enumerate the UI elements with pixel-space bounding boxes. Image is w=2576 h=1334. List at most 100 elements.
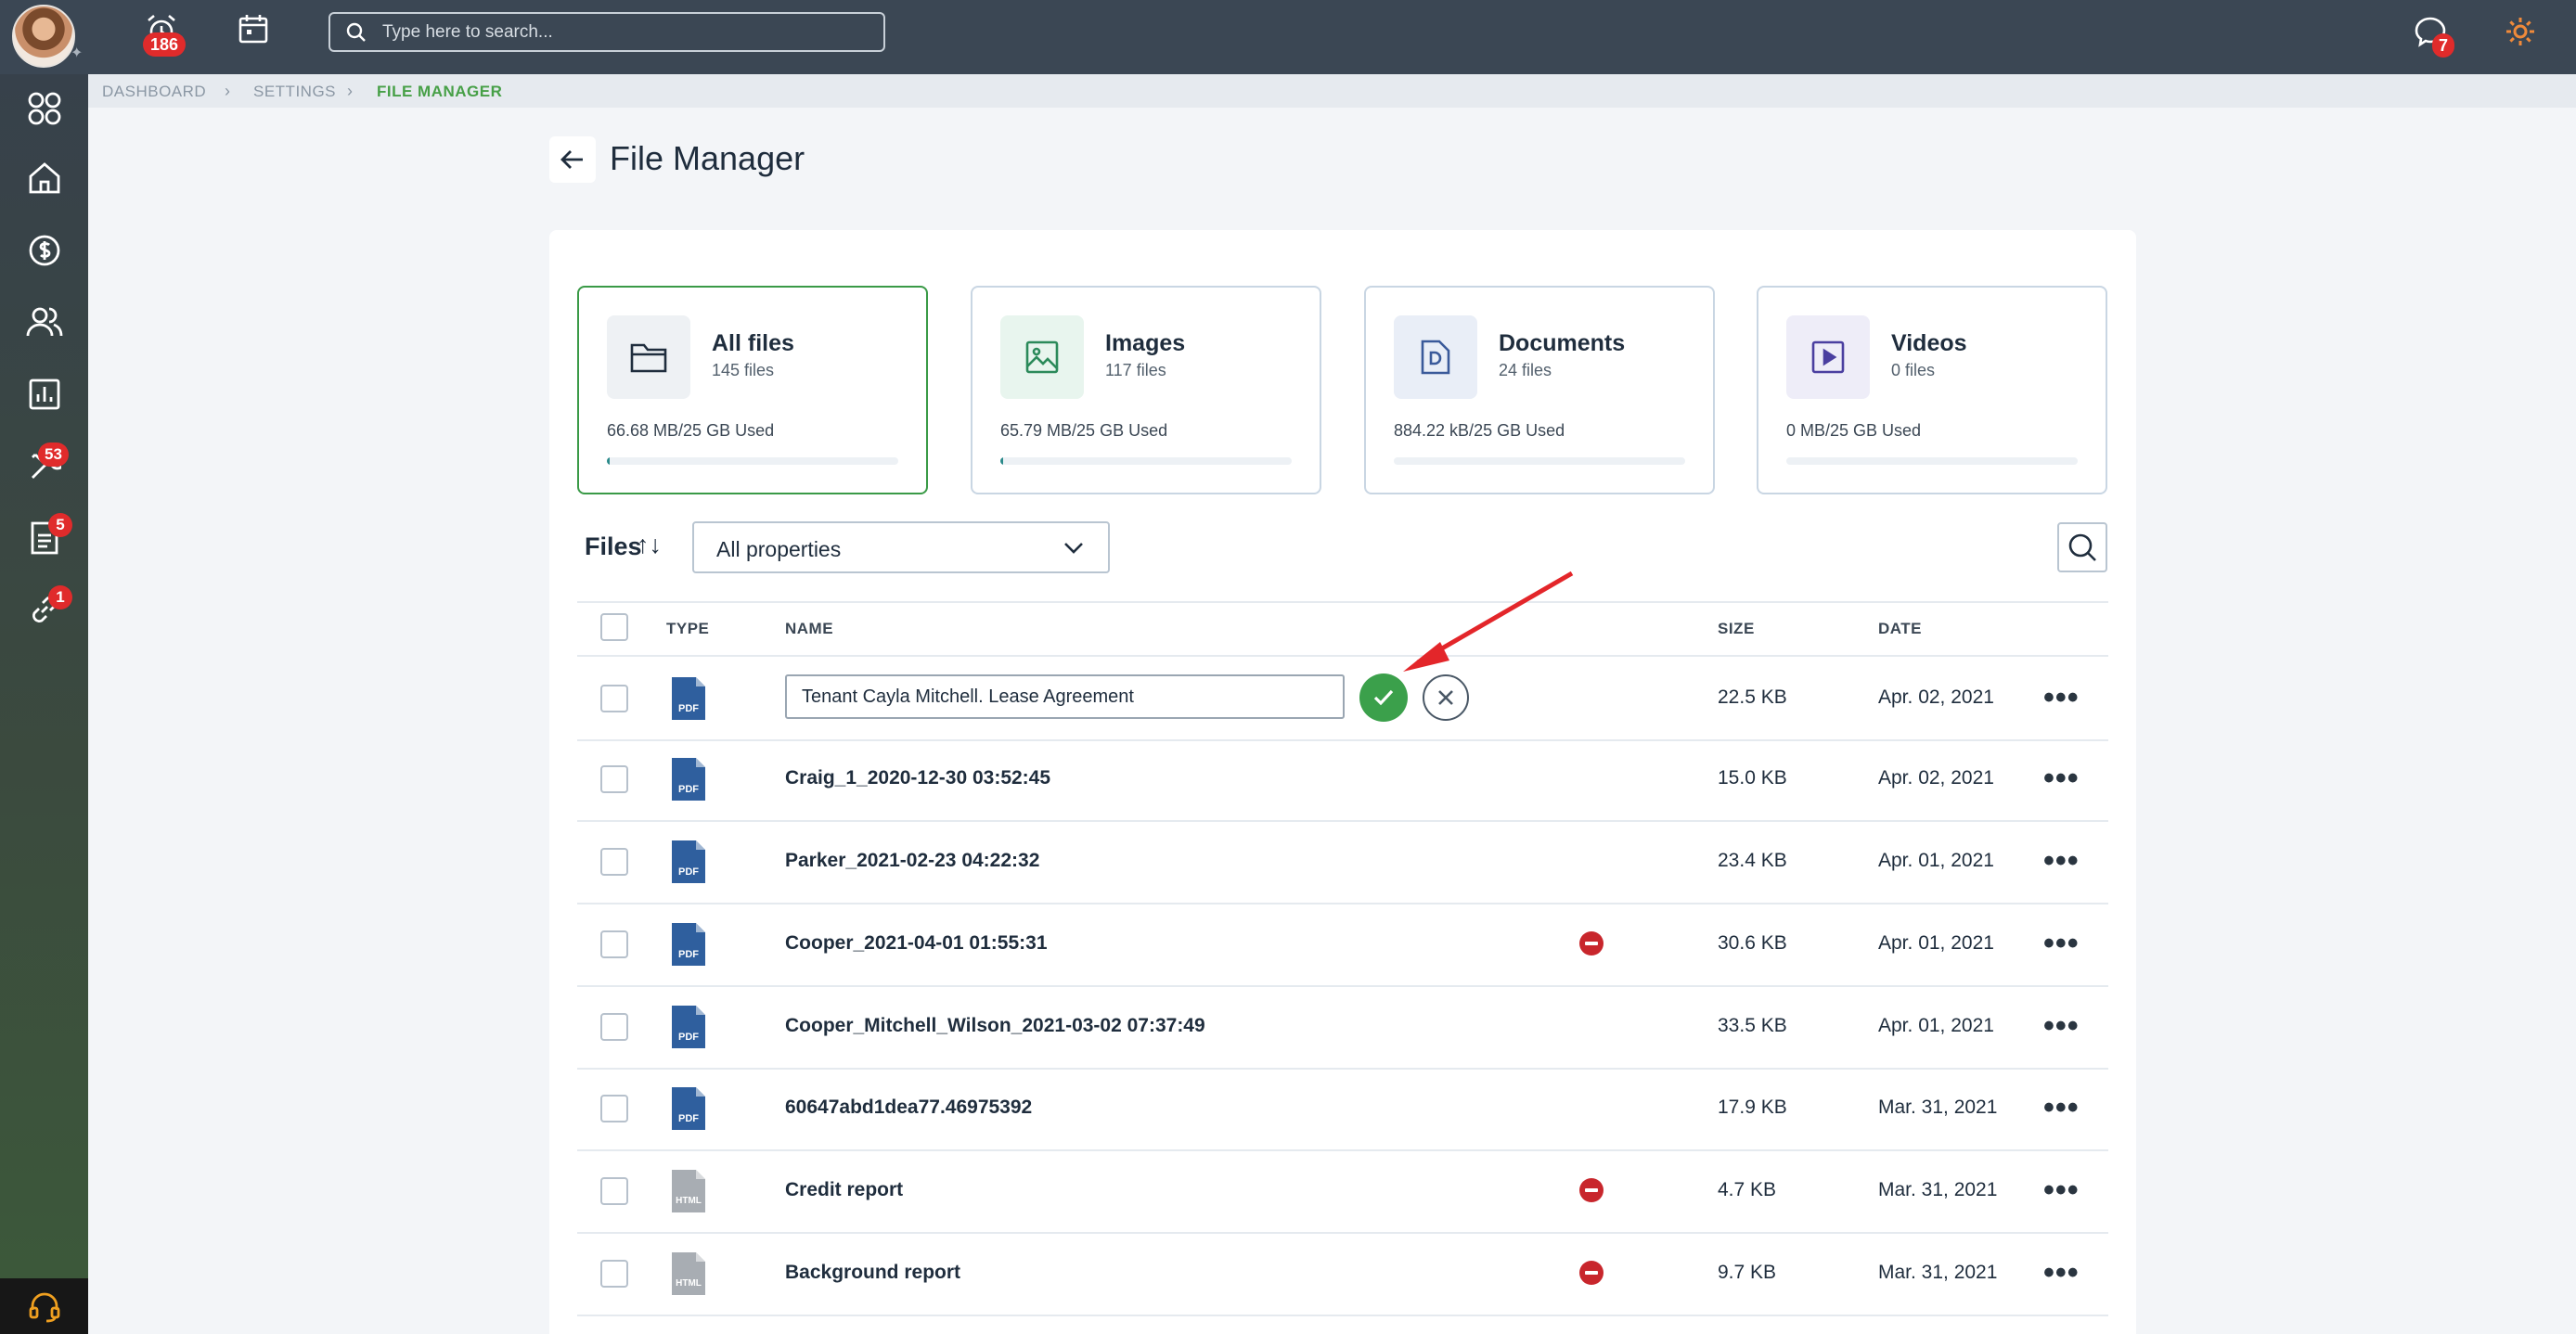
breadcrumb-settings[interactable]: SETTINGS <box>253 83 336 101</box>
more-options-icon[interactable]: ••• <box>2043 682 2080 713</box>
chevron-down-icon <box>1064 543 1083 554</box>
sidebar-item-links[interactable] <box>0 577 88 642</box>
stat-used: 0 MB/25 GB Used <box>1786 421 1922 440</box>
stat-title: Documents <box>1499 330 1626 356</box>
sidebar-item-payments[interactable] <box>0 218 88 283</box>
global-search[interactable] <box>328 12 885 52</box>
file-size: 33.5 KB <box>1718 1015 1787 1036</box>
avatar[interactable] <box>12 5 75 68</box>
file-name[interactable]: 60647abd1dea77.46975392 <box>785 1097 1032 1119</box>
chart-icon <box>29 378 59 410</box>
messages-badge: 7 <box>2432 33 2455 58</box>
stat-count: 0 files <box>1891 361 1936 379</box>
more-options-icon[interactable]: ••• <box>2043 1092 2080 1123</box>
file-date: Apr. 01, 2021 <box>1878 850 1994 871</box>
row-checkbox[interactable] <box>600 848 628 876</box>
file-type-label: HTML <box>676 1278 702 1289</box>
sort-icon[interactable]: ↑↓ <box>637 531 662 559</box>
column-type[interactable]: TYPE <box>666 620 709 638</box>
video-icon <box>1811 340 1845 374</box>
select-all-checkbox[interactable] <box>600 613 628 641</box>
stat-card-all-files[interactable]: All files 145 files 66.68 MB/25 GB Used <box>577 286 928 494</box>
restricted-icon <box>1579 1261 1604 1285</box>
file-name[interactable]: Background report <box>785 1262 960 1284</box>
annotation-arrow-icon <box>1403 571 1574 672</box>
usage-bar <box>607 457 898 465</box>
stat-card-documents[interactable]: Documents 24 files 884.22 kB/25 GB Used <box>1364 286 1715 494</box>
support-button[interactable] <box>0 1278 88 1334</box>
usage-bar <box>1786 457 2078 465</box>
column-size[interactable]: SIZE <box>1718 620 1755 638</box>
more-options-icon[interactable]: ••• <box>2043 928 2080 959</box>
calendar-icon[interactable] <box>238 13 269 49</box>
stat-title: All files <box>712 330 794 356</box>
breadcrumb-dashboard[interactable]: DASHBOARD <box>102 83 206 101</box>
property-filter-select[interactable]: All properties <box>692 521 1110 573</box>
file-size: 4.7 KB <box>1718 1179 1777 1200</box>
column-date[interactable]: DATE <box>1878 620 1922 638</box>
apps-icon <box>28 92 60 125</box>
row-checkbox[interactable] <box>600 1260 628 1288</box>
pdf-file-icon <box>672 677 705 720</box>
file-date: Apr. 02, 2021 <box>1878 767 1994 789</box>
stat-card-images[interactable]: Images 117 files 65.79 MB/25 GB Used <box>971 286 1321 494</box>
pdf-file-icon <box>672 923 705 966</box>
file-name[interactable]: Cooper_Mitchell_Wilson_2021-03-02 07:37:… <box>785 1015 1205 1037</box>
file-type-label: PDF <box>678 1032 699 1043</box>
documents-badge: 5 <box>48 513 72 537</box>
row-checkbox[interactable] <box>600 1095 628 1122</box>
restricted-icon <box>1579 1178 1604 1202</box>
stat-card-videos[interactable]: Videos 0 files 0 MB/25 GB Used <box>1757 286 2107 494</box>
usage-bar <box>1000 457 1292 465</box>
sidebar-item-reports[interactable] <box>0 362 88 427</box>
row-checkbox[interactable] <box>600 1177 628 1205</box>
file-type-label: PDF <box>678 784 699 795</box>
file-name[interactable]: Cooper_2021-04-01 01:55:31 <box>785 932 1048 955</box>
file-date: Apr. 01, 2021 <box>1878 1015 1994 1036</box>
file-size: 23.4 KB <box>1718 850 1787 871</box>
sidebar-item-home[interactable] <box>0 146 88 211</box>
html-file-icon <box>672 1252 705 1295</box>
search-input[interactable] <box>382 19 865 45</box>
breadcrumb-separator-icon: › <box>347 82 353 100</box>
sidebar-item-apps[interactable] <box>0 76 88 141</box>
stat-title: Videos <box>1891 330 1967 356</box>
stat-used: 884.22 kB/25 GB Used <box>1394 421 1565 440</box>
more-options-icon[interactable]: ••• <box>2043 1174 2080 1206</box>
file-size: 22.5 KB <box>1718 686 1787 708</box>
links-badge: 1 <box>48 585 72 609</box>
search-icon <box>2068 533 2096 561</box>
file-type-label: HTML <box>676 1196 702 1206</box>
folder-icon <box>630 343 667 373</box>
document-icon <box>1421 340 1450 375</box>
column-name[interactable]: NAME <box>785 620 833 638</box>
tools-badge: 53 <box>38 443 69 467</box>
more-options-icon[interactable]: ••• <box>2043 763 2080 794</box>
file-name[interactable]: Parker_2021-02-23 04:22:32 <box>785 850 1039 872</box>
file-name[interactable]: Credit report <box>785 1179 903 1201</box>
breadcrumb-file-manager: FILE MANAGER <box>377 83 503 100</box>
image-icon <box>1025 340 1059 374</box>
file-name[interactable]: Craig_1_2020-12-30 03:52:45 <box>785 767 1050 789</box>
gear-icon[interactable] <box>2504 15 2537 53</box>
more-options-icon[interactable]: ••• <box>2043 1010 2080 1042</box>
more-options-icon[interactable]: ••• <box>2043 845 2080 877</box>
row-checkbox[interactable] <box>600 1013 628 1041</box>
rename-input[interactable] <box>785 674 1345 719</box>
pdf-file-icon <box>672 1006 705 1048</box>
row-checkbox[interactable] <box>600 685 628 712</box>
sidebar-item-people[interactable] <box>0 289 88 354</box>
file-size: 9.7 KB <box>1718 1262 1777 1283</box>
files-label: Files <box>585 532 642 560</box>
files-search-button[interactable] <box>2057 522 2107 572</box>
stat-count: 24 files <box>1499 361 1552 379</box>
headset-icon <box>29 1292 59 1323</box>
row-checkbox[interactable] <box>600 930 628 958</box>
cancel-rename-button[interactable] <box>1423 674 1469 721</box>
row-checkbox[interactable] <box>600 765 628 793</box>
more-options-icon[interactable]: ••• <box>2043 1257 2080 1289</box>
confirm-rename-button[interactable] <box>1359 673 1408 722</box>
check-icon <box>1373 689 1394 706</box>
sidebar-item-documents[interactable] <box>0 506 88 571</box>
back-button[interactable] <box>549 136 596 183</box>
